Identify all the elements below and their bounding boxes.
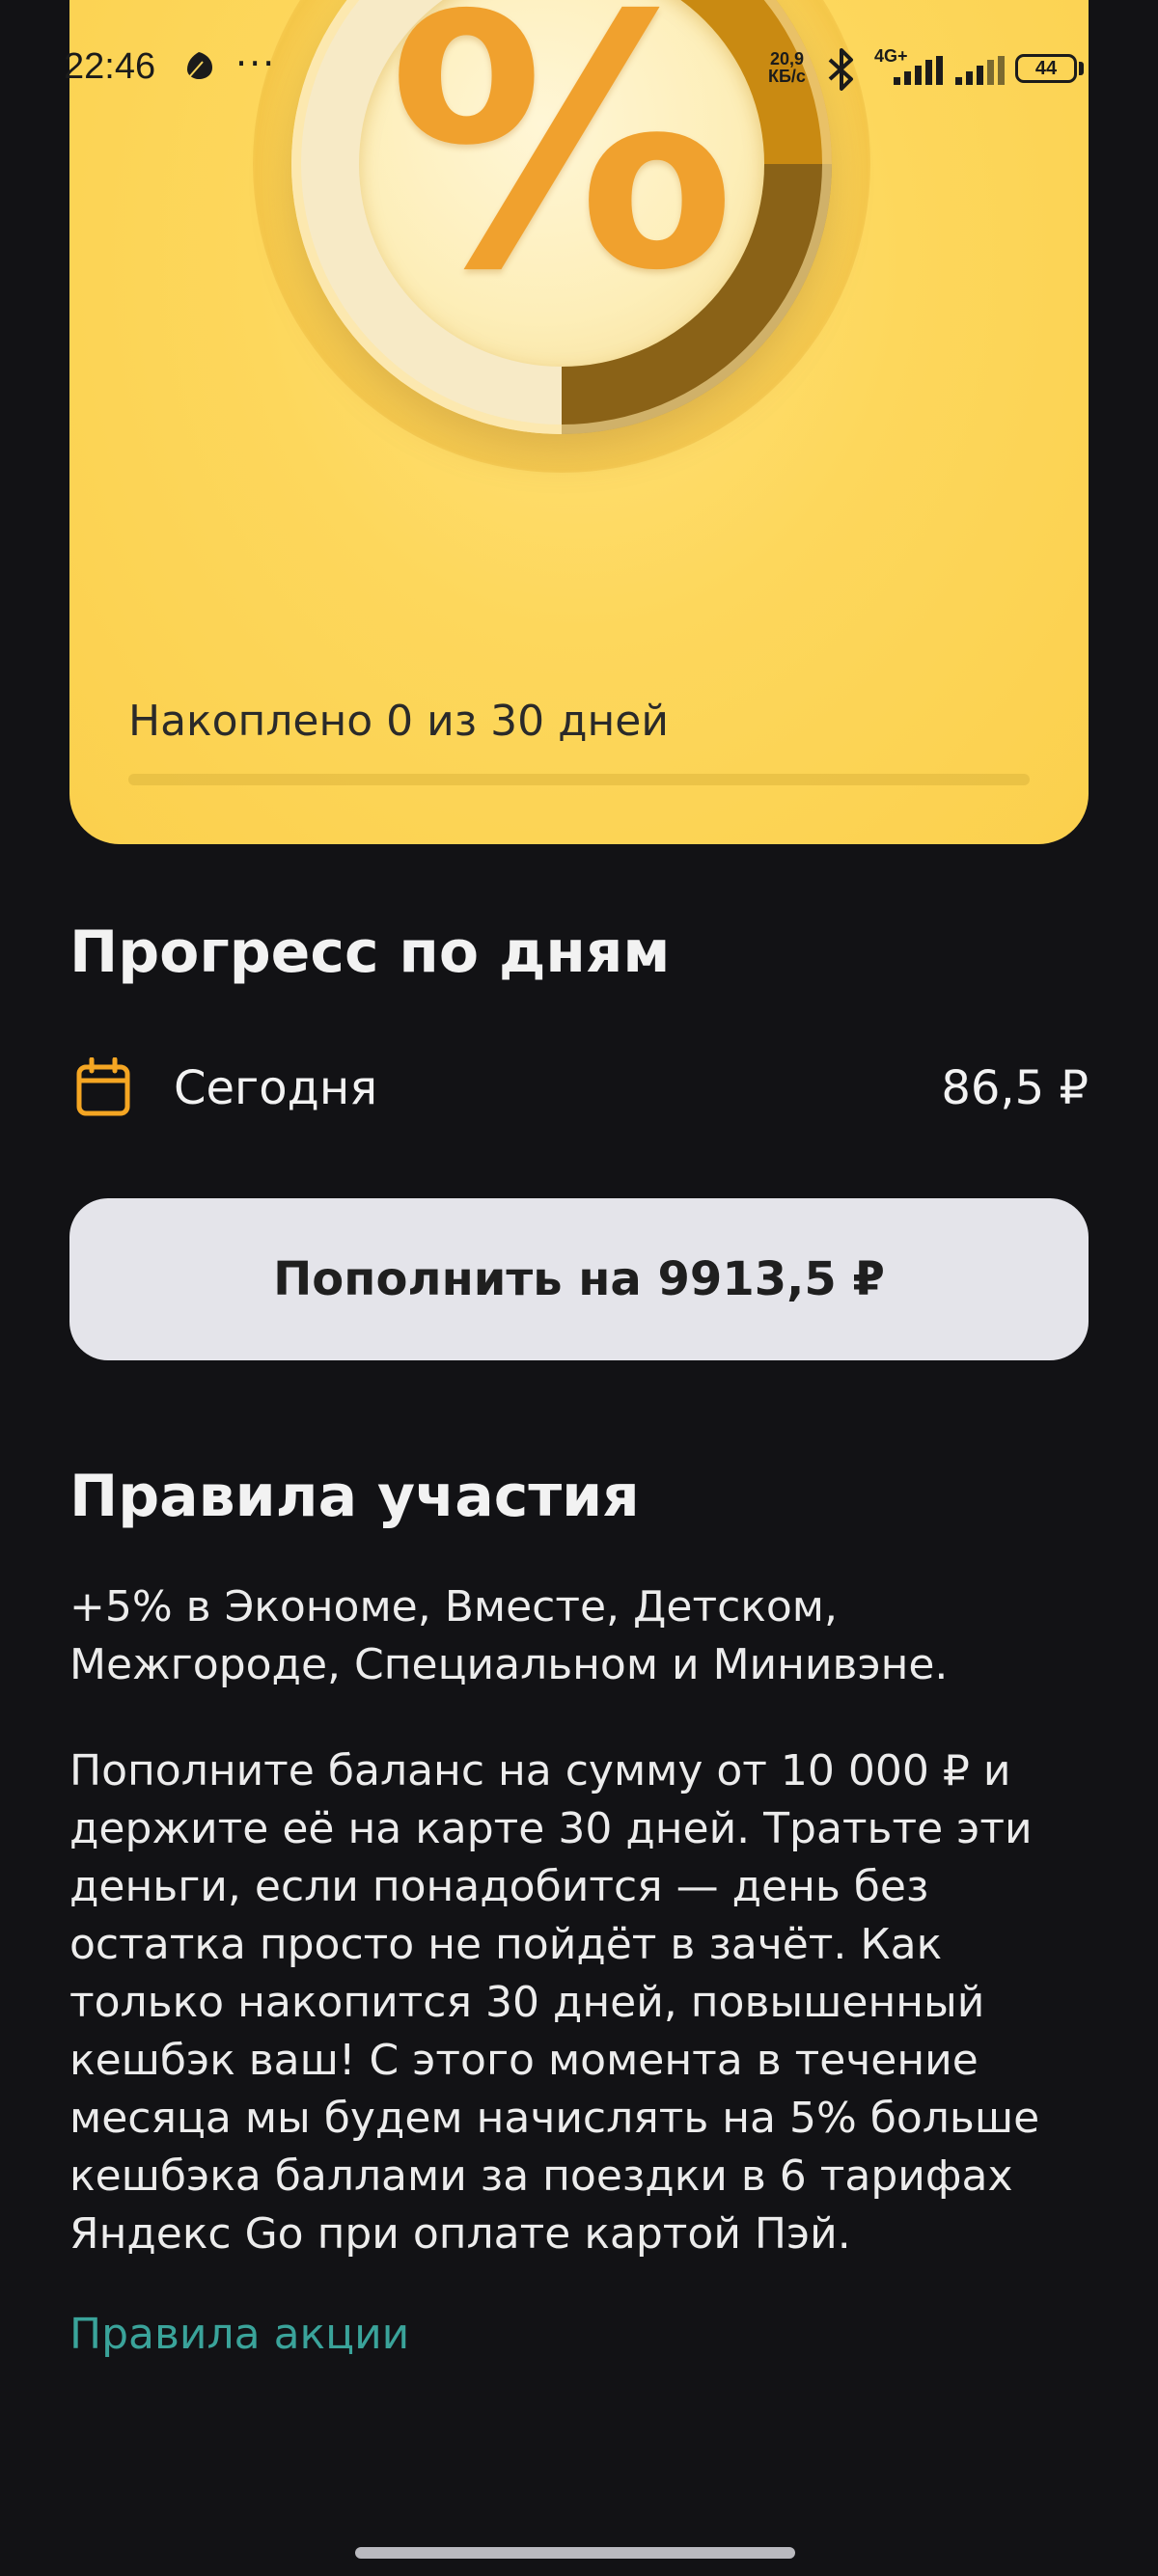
progress-section-title: Прогресс по дням <box>69 918 671 986</box>
battery-tip <box>1079 62 1084 75</box>
rules-paragraph-tariffs: +5% в Экономе, Вместе, Детском, Межгород… <box>69 1582 949 1689</box>
network-speed-value: 20,9 <box>769 49 804 69</box>
signal-icon <box>894 56 943 85</box>
rules-paragraph-conditions: Пополните баланс на сумму от 10 000 ₽ и … <box>69 1746 1040 2259</box>
battery-icon: 44 <box>1015 54 1077 83</box>
accumulated-days-label: Накоплено 0 из 30 дней <box>128 697 669 746</box>
calendar-icon <box>76 1057 130 1116</box>
day-amount: 86,5 ₽ <box>941 1061 1089 1115</box>
status-bar: 22:46 ··· 20,9 КБ/с 4G+ 44 <box>0 0 1158 135</box>
accumulated-days-progress-bar <box>128 774 1030 785</box>
day-label: Сегодня <box>174 1061 378 1115</box>
signal-icon-secondary <box>955 56 1005 85</box>
status-time: 22:46 <box>64 46 156 87</box>
network-speed-unit: КБ/с <box>768 67 806 86</box>
promo-rules-link[interactable]: Правила акции <box>69 2310 409 2359</box>
topup-button[interactable]: Пополнить на 9913,5 ₽ <box>69 1198 1089 1360</box>
day-row-today: Сегодня 86,5 ₽ <box>69 1048 1089 1129</box>
bluetooth-icon <box>828 48 853 91</box>
more-notifications-icon: ··· <box>235 42 277 85</box>
leaf-icon <box>187 52 212 79</box>
rules-section-title: Правила участия <box>69 1463 640 1530</box>
home-indicator[interactable] <box>355 2547 795 2559</box>
network-speed: 20,9 КБ/с <box>768 50 806 85</box>
